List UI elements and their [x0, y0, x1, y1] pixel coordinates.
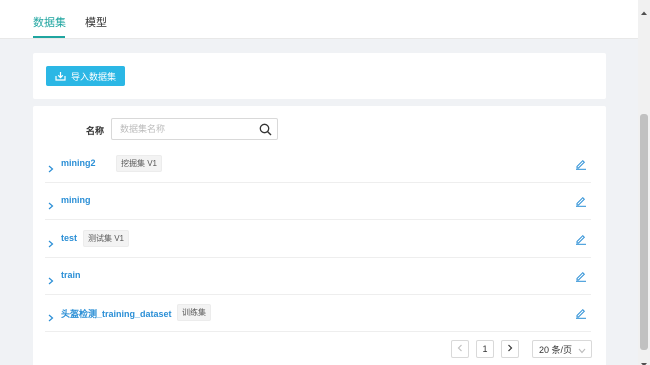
dataset-row: mining [45, 183, 591, 220]
page-size-select[interactable]: 20 条/页 [532, 340, 592, 358]
search-box [111, 118, 278, 140]
chevron-right-icon[interactable] [48, 160, 54, 178]
edit-icon[interactable] [575, 269, 587, 287]
dataset-list-card: 名称 mining2 挖掘集 V1 mining [33, 106, 606, 365]
tab-datasets[interactable]: 数据集 [33, 14, 66, 30]
scroll-down-arrow-icon[interactable] [640, 355, 648, 365]
upload-icon [55, 71, 66, 81]
dataset-name[interactable]: test [61, 233, 77, 243]
dataset-row: 头盔检测_training_dataset 训练集 [45, 295, 591, 332]
toolbar-card: 导入数据集 [33, 53, 606, 99]
dataset-name[interactable]: mining [61, 195, 91, 205]
page-number-button[interactable]: 1 [476, 340, 494, 358]
edit-icon[interactable] [575, 194, 587, 212]
dataset-tag: 训练集 [177, 304, 211, 321]
search-input[interactable] [112, 119, 252, 139]
scrollbar-thumb[interactable] [640, 114, 648, 350]
chevron-right-icon [507, 344, 513, 354]
chevron-left-icon [457, 344, 463, 354]
prev-page-button[interactable] [451, 340, 469, 358]
import-dataset-button[interactable]: 导入数据集 [46, 66, 125, 86]
dataset-tag: 测试集 V1 [83, 230, 130, 247]
search-icon[interactable] [259, 123, 272, 141]
chevron-right-icon[interactable] [48, 309, 54, 327]
search-label: 名称 [86, 126, 105, 136]
dataset-name[interactable]: mining2 [61, 158, 96, 168]
chevron-right-icon[interactable] [48, 235, 54, 253]
scroll-up-arrow-icon[interactable] [640, 3, 648, 21]
import-dataset-label: 导入数据集 [70, 71, 116, 82]
dataset-name[interactable]: 头盔检测_training_dataset [61, 307, 172, 320]
dataset-row: train [45, 258, 591, 295]
active-tab-indicator [33, 36, 65, 38]
dataset-tag: 挖掘集 V1 [116, 155, 163, 172]
dataset-name[interactable]: train [61, 270, 81, 280]
next-page-button[interactable] [501, 340, 519, 358]
edit-icon[interactable] [575, 232, 587, 250]
edit-icon[interactable] [575, 157, 587, 175]
vertical-scrollbar[interactable] [638, 0, 650, 365]
edit-icon[interactable] [575, 306, 587, 324]
page-size-value: 20 条/页 [539, 344, 573, 355]
tabs-bar: 数据集 模型 [0, 0, 638, 39]
tab-models[interactable]: 模型 [85, 14, 107, 30]
dataset-row: test 测试集 V1 [45, 221, 591, 258]
chevron-right-icon[interactable] [48, 272, 54, 290]
chevron-down-icon [578, 346, 586, 356]
dataset-row: mining2 挖掘集 V1 [45, 146, 591, 183]
chevron-right-icon[interactable] [48, 197, 54, 215]
